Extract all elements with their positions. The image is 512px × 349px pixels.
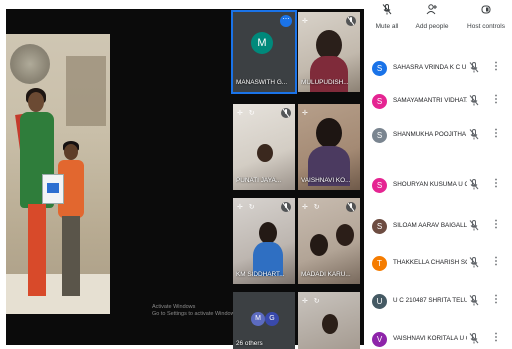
participant-tile[interactable]: ✛ ↻	[298, 292, 360, 349]
avatar: S	[372, 61, 387, 76]
more-options-icon[interactable]: ⋮	[491, 178, 501, 190]
boy-legs	[62, 216, 80, 296]
mic-off-icon	[469, 62, 479, 73]
more-options-icon[interactable]: ⋮	[491, 294, 501, 306]
participant-row[interactable]: S SHOURYAN KUSUMA U C... ⋮	[364, 175, 512, 195]
more-options-icon[interactable]: ⋮	[491, 256, 501, 268]
mic-off-icon	[281, 108, 291, 118]
participant-row[interactable]: S SAHASRA VRINDA K C U... ⋮	[364, 58, 512, 78]
tile-name: VAISHNAVI KO...	[301, 177, 351, 184]
tile-controls-icon[interactable]: ✛ ↻	[302, 297, 322, 305]
participant-tile[interactable]: ⋯ M MANASWITH G...	[231, 10, 297, 94]
others-count: 26 others	[236, 340, 263, 347]
mic-off-icon	[469, 295, 479, 306]
participant-row[interactable]: V VAISHNAVI KORITALA U C... ⋮	[364, 329, 512, 349]
mic-off-icon	[469, 179, 479, 190]
participant-tile[interactable]: ✛ VAISHNAVI KO...	[298, 104, 360, 190]
shield-lock-icon	[481, 5, 491, 14]
host-controls-button[interactable]: Host controls	[464, 4, 508, 30]
avatar: V	[372, 332, 387, 347]
tile-controls-icon[interactable]: ✛	[302, 109, 310, 117]
more-options-icon[interactable]: ⋮	[491, 128, 501, 140]
participant-head	[310, 234, 328, 256]
participant-name: SHOURYAN KUSUMA U C...	[393, 181, 467, 188]
watermark-subtitle: Go to Settings to activate Windows.	[152, 311, 239, 317]
watermark-title: Activate Windows	[152, 304, 196, 310]
mic-off-icon	[469, 95, 479, 106]
avatar: T	[372, 256, 387, 271]
mic-off-icon	[346, 16, 356, 26]
participant-head	[322, 314, 338, 334]
mic-off-icon	[382, 4, 392, 15]
shelf	[66, 56, 106, 126]
mute-all-label: Mute all	[375, 23, 399, 30]
pinned-video[interactable]	[6, 34, 110, 314]
participant-row[interactable]: U U C 210487 SHRITA TELUK... ⋮	[364, 291, 512, 311]
participant-head	[316, 118, 342, 148]
woman-legs	[28, 204, 46, 296]
participant-name: VAISHNAVI KORITALA U C...	[393, 335, 467, 342]
avatar: S	[372, 219, 387, 234]
tile-name: MANASWITH G...	[236, 79, 288, 86]
participant-head	[336, 224, 354, 246]
more-options-icon[interactable]: ⋯	[280, 15, 292, 27]
participant-head	[257, 144, 273, 162]
tile-name: KM SIDDHART...	[236, 271, 285, 278]
more-options-icon[interactable]: ⋮	[491, 219, 501, 231]
mic-off-icon	[281, 202, 291, 212]
participant-row[interactable]: T THAKKELLA CHARISH SO... ⋮	[364, 253, 512, 273]
participant-name: THAKKELLA CHARISH SO...	[393, 259, 467, 266]
others-tile[interactable]: M G 26 others	[233, 292, 295, 349]
participant-tile[interactable]: ✛ ↻ KM SIDDHART...	[233, 198, 295, 284]
tile-name: PUNATI JAYA...	[236, 177, 282, 184]
participant-tile[interactable]: ✛ MULUPUDISH...	[298, 12, 360, 92]
participant-name: SAHASRA VRINDA K C U...	[393, 64, 467, 71]
participant-tile[interactable]: ✛ ↻ PUNATI JAYA...	[233, 104, 295, 190]
add-people-button[interactable]: Add people	[414, 4, 450, 30]
floor	[6, 274, 110, 314]
add-people-label: Add people	[415, 23, 449, 30]
avatar: G	[265, 312, 279, 326]
participant-tile[interactable]: ✛ ↻ MADADI KARU...	[298, 198, 360, 284]
woman-head	[28, 92, 44, 112]
avatar: M	[251, 312, 265, 326]
mute-all-button[interactable]: Mute all	[374, 4, 400, 30]
boy-head	[64, 144, 78, 160]
participant-row[interactable]: S SILOAM AARAV BAIGALL... ⋮	[364, 216, 512, 236]
avatar: S	[372, 94, 387, 109]
participant-name: SAMAYAMANTRI VIDHAT...	[393, 97, 467, 104]
more-options-icon[interactable]: ⋮	[491, 94, 501, 106]
tile-name: MADADI KARU...	[301, 271, 351, 278]
tile-controls-icon[interactable]: ✛	[302, 17, 310, 25]
activate-windows-watermark: Activate Windows Go to Settings to activ…	[152, 304, 239, 318]
mic-off-icon	[469, 333, 479, 344]
mic-off-icon	[469, 220, 479, 231]
avatar: M	[251, 32, 273, 54]
participant-body	[310, 56, 348, 92]
certificate-board	[42, 174, 64, 204]
avatar: S	[372, 128, 387, 143]
participant-name: SILOAM AARAV BAIGALL...	[393, 222, 467, 229]
mic-off-icon	[346, 202, 356, 212]
participant-head	[259, 222, 277, 244]
tile-controls-icon[interactable]: ✛ ↻	[237, 109, 257, 117]
participant-row[interactable]: S SHANMUKHA POOJITHA ... ⋮	[364, 125, 512, 145]
panel-actions: Mute all Add people Host controls	[364, 0, 512, 44]
add-person-icon	[426, 4, 437, 15]
host-controls-label: Host controls	[467, 23, 505, 30]
more-options-icon[interactable]: ⋮	[491, 332, 501, 344]
tile-name: MULUPUDISH...	[301, 79, 349, 86]
tile-controls-icon[interactable]: ✛ ↻	[302, 203, 322, 211]
participant-row[interactable]: S SAMAYAMANTRI VIDHAT... ⋮	[364, 91, 512, 111]
mic-off-icon	[469, 257, 479, 268]
tile-controls-icon[interactable]: ✛ ↻	[237, 203, 257, 211]
avatar: U	[372, 294, 387, 309]
participant-name: U C 210487 SHRITA TELUK...	[393, 297, 467, 304]
wall-decoration	[10, 44, 50, 84]
mic-off-icon	[469, 129, 479, 140]
more-options-icon[interactable]: ⋮	[491, 61, 501, 73]
participant-name: SHANMUKHA POOJITHA ...	[393, 131, 467, 138]
participants-panel: Mute all Add people Host controls S SAHAS…	[364, 0, 512, 349]
avatar: S	[372, 178, 387, 193]
